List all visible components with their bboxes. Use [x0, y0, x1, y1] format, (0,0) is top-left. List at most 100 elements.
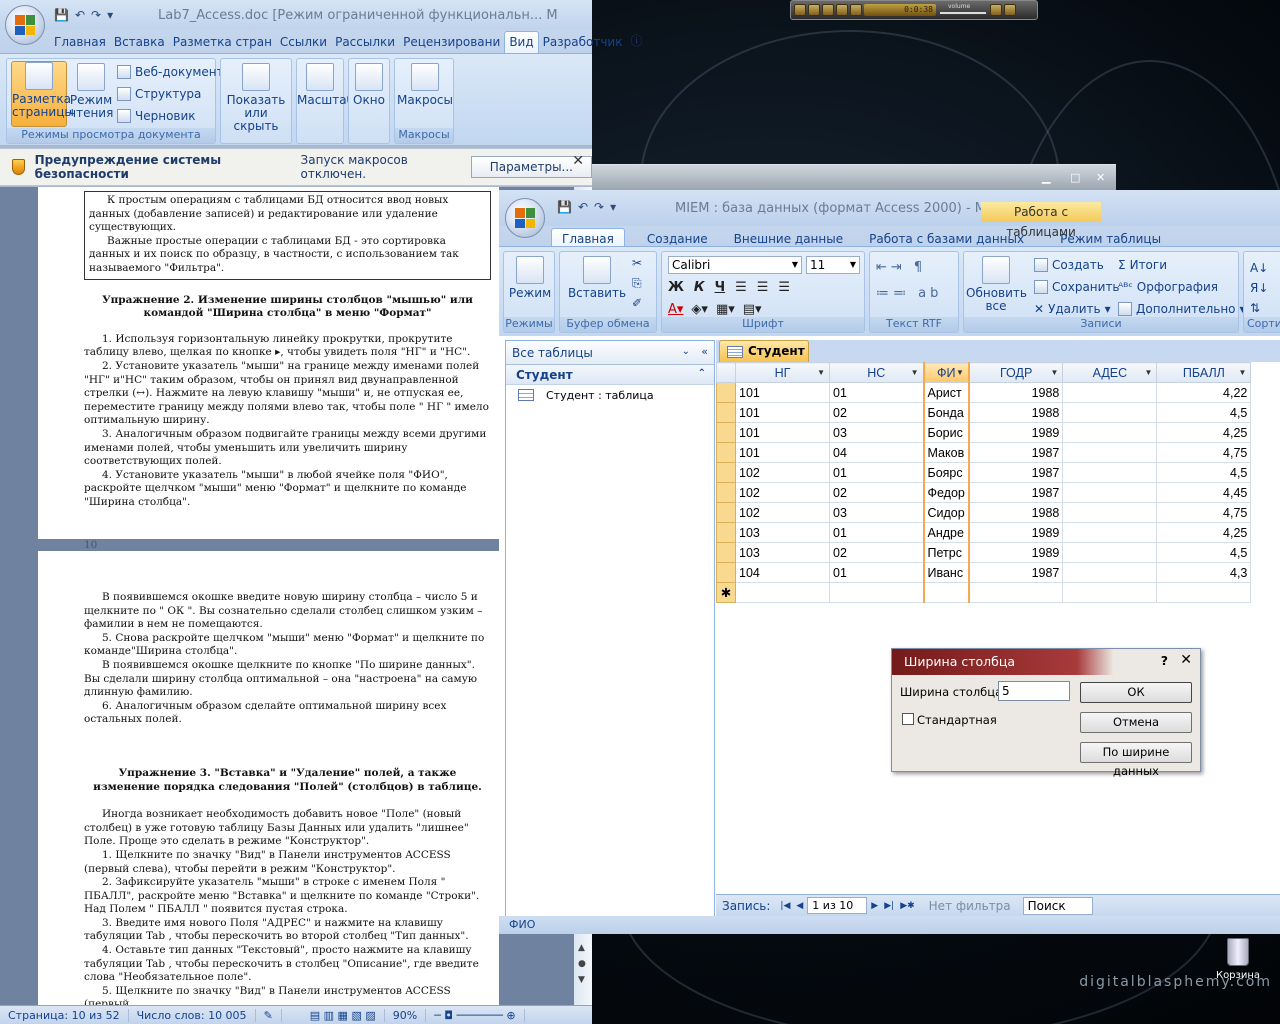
- close-icon[interactable]: ✕: [1180, 652, 1192, 668]
- table-cell[interactable]: [1062, 442, 1158, 463]
- print-layout-button[interactable]: Разметка страницы: [11, 61, 74, 127]
- row-selector[interactable]: [716, 462, 736, 483]
- table-cell[interactable]: [1062, 562, 1158, 583]
- first-record-icon[interactable]: |◀: [780, 901, 790, 911]
- paste-button[interactable]: Вставить: [564, 256, 630, 316]
- page-count[interactable]: Страница: 10 из 52: [0, 1008, 129, 1022]
- table-row[interactable]: 103 01 Андре 1989 4,25: [716, 522, 1252, 543]
- tab-mailings[interactable]: Рассылки: [331, 32, 399, 53]
- table-cell[interactable]: 104: [735, 562, 830, 583]
- align-left-icon[interactable]: ☰: [735, 280, 747, 295]
- filter-status[interactable]: Нет фильтра: [929, 899, 1011, 913]
- current-record-input[interactable]: 1 из 10: [807, 897, 868, 914]
- table-cell[interactable]: [1062, 382, 1158, 403]
- table-cell[interactable]: 04: [829, 442, 924, 463]
- prev-record-icon[interactable]: ◀: [796, 901, 803, 911]
- standard-width-checkbox[interactable]: [902, 713, 914, 725]
- table-cell[interactable]: 02: [829, 402, 924, 423]
- next-record-icon[interactable]: ▶: [871, 901, 878, 911]
- select-all-cell[interactable]: [716, 362, 736, 383]
- table-cell[interactable]: 101: [735, 422, 830, 443]
- more-button[interactable]: Дополнительно▾: [1118, 302, 1246, 316]
- table-cell[interactable]: [1062, 522, 1158, 543]
- draft-button[interactable]: Черновик: [117, 109, 196, 123]
- table-cell[interactable]: 103: [735, 522, 830, 543]
- nav-group-student[interactable]: Студент ⌃: [506, 365, 714, 385]
- font-color-buttons[interactable]: A▾ ◈▾ ▦▾ ▤▾: [668, 302, 762, 317]
- row-selector[interactable]: [716, 482, 736, 503]
- table-row[interactable]: 101 02 Бонда 1988 4,5: [716, 402, 1252, 423]
- save-icon[interactable]: 💾: [557, 200, 572, 214]
- table-cell[interactable]: Петрс: [922, 542, 970, 563]
- zoom-slider[interactable]: ─ ◘ ─────── ⊕: [426, 1008, 525, 1022]
- table-row[interactable]: 102 02 Федор 1987 4,45: [716, 482, 1252, 503]
- column-header[interactable]: АДЕС ▼: [1062, 362, 1158, 383]
- tab-view[interactable]: Вид: [504, 31, 539, 53]
- row-selector[interactable]: [716, 502, 736, 523]
- table-cell[interactable]: 102: [735, 482, 830, 503]
- table-cell[interactable]: 101: [735, 382, 830, 403]
- table-row[interactable]: 102 03 Сидор 1988 4,75: [716, 502, 1252, 523]
- nav-header[interactable]: Все таблицы ⌄ «: [506, 341, 714, 365]
- mute-icon[interactable]: [990, 4, 1002, 16]
- table-cell[interactable]: 1989: [968, 542, 1064, 563]
- align-right-icon[interactable]: ☰: [778, 280, 790, 295]
- save-record-button[interactable]: Сохранить: [1034, 280, 1120, 294]
- table-cell[interactable]: 101: [735, 402, 830, 423]
- fill-color-icon[interactable]: ◈▾: [691, 302, 708, 317]
- nav-menu-icon[interactable]: ⌄: [682, 346, 690, 357]
- font-format-buttons[interactable]: Ж К Ч ☰ ☰ ☰: [668, 280, 790, 295]
- table-cell[interactable]: 1988: [968, 382, 1064, 403]
- table-cell[interactable]: 4,5: [1156, 402, 1252, 423]
- table-cell[interactable]: [735, 582, 830, 603]
- table-cell[interactable]: 4,75: [1156, 442, 1252, 463]
- spellcheck-icon[interactable]: ✎: [256, 1008, 282, 1022]
- new-record-button[interactable]: Создать: [1034, 258, 1104, 272]
- column-dropdown-icon[interactable]: ▼: [1050, 368, 1058, 377]
- font-name-select[interactable]: Calibri ▼: [668, 256, 802, 274]
- view-buttons[interactable]: ▤ ▥ ▦ ▧ ▨: [302, 1008, 385, 1022]
- table-cell[interactable]: [968, 582, 1064, 603]
- alt-fill-icon[interactable]: ▤▾: [743, 302, 762, 317]
- browse-object-icon[interactable]: ●: [578, 959, 586, 969]
- row-selector[interactable]: [716, 422, 736, 443]
- full-reading-button[interactable]: Режим чтения: [69, 63, 113, 127]
- tab-student-table[interactable]: Студент: [719, 340, 809, 362]
- save-icon[interactable]: 💾: [54, 8, 69, 22]
- list-icons[interactable]: ≔≕ ab: [876, 286, 942, 301]
- table-row[interactable]: 103 02 Петрс 1989 4,5: [716, 542, 1252, 563]
- close-icon[interactable]: ✕: [572, 153, 584, 169]
- delete-record-button[interactable]: ✕ Удалить ▾: [1034, 302, 1111, 316]
- table-cell[interactable]: 102: [735, 462, 830, 483]
- datasheet-table[interactable]: НГ ▼ НС ▼ ФИ ▼ ГОДР ▼ АДЕС ▼ ПБАЛЛ ▼ 101 01 Арист 1988…: [716, 362, 1252, 603]
- gridlines-icon[interactable]: ▦▾: [716, 302, 735, 317]
- maximize-icon[interactable]: □: [1070, 171, 1080, 184]
- table-cell[interactable]: Андре: [922, 522, 970, 543]
- stop-icon[interactable]: [822, 4, 834, 16]
- nav-item-student-table[interactable]: Студент : таблица: [506, 385, 714, 405]
- table-cell[interactable]: 03: [829, 422, 924, 443]
- column-header[interactable]: НГ ▼: [735, 362, 830, 383]
- table-cell[interactable]: 1987: [968, 482, 1064, 503]
- table-cell[interactable]: Бонда: [922, 402, 970, 423]
- new-record-icon[interactable]: ▶✱: [900, 901, 914, 911]
- spelling-button[interactable]: ᴬᴮᶜ Орфография: [1118, 280, 1218, 294]
- prev-page-icon[interactable]: ▲: [578, 943, 585, 953]
- row-selector[interactable]: [716, 442, 736, 463]
- table-cell[interactable]: Боярс: [922, 462, 970, 483]
- table-cell[interactable]: 01: [829, 462, 924, 483]
- tab-references[interactable]: Ссылки: [276, 32, 331, 53]
- play-icon[interactable]: [808, 4, 820, 16]
- bold-icon[interactable]: Ж: [668, 280, 684, 295]
- table-cell[interactable]: 4,3: [1156, 562, 1252, 583]
- window-button[interactable]: Окно: [349, 63, 389, 127]
- table-cell[interactable]: 4,25: [1156, 422, 1252, 443]
- row-selector[interactable]: [716, 382, 736, 403]
- column-dropdown-icon[interactable]: ▼: [1144, 368, 1152, 377]
- zoom-button[interactable]: Масштаб: [297, 63, 354, 127]
- column-dropdown-icon[interactable]: ▼: [1238, 368, 1246, 377]
- table-cell[interactable]: Федор: [922, 482, 970, 503]
- table-row[interactable]: 102 01 Боярс 1987 4,5: [716, 462, 1252, 483]
- column-dropdown-icon[interactable]: ▼: [956, 368, 964, 377]
- table-cell[interactable]: [1062, 582, 1158, 603]
